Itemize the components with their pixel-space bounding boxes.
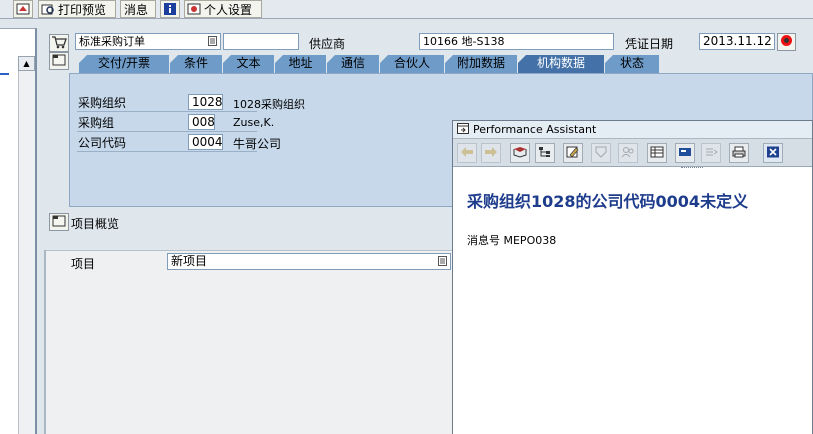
company-code-field[interactable]: 0004	[188, 134, 223, 150]
forward-button[interactable]	[481, 143, 501, 163]
print-preview-label: 打印预览	[58, 2, 107, 17]
layout-icon	[16, 2, 30, 16]
message-number: 消息号 MEPO038	[467, 234, 557, 247]
tab-address[interactable]: 地址	[275, 55, 327, 73]
tab-status[interactable]: 状态	[605, 55, 660, 73]
purch-org-label: 采购组织	[78, 96, 127, 110]
arrow-left-icon	[460, 146, 474, 161]
document-date-value: 2013.11.12	[703, 34, 772, 48]
item-select[interactable]: 新项目	[167, 253, 451, 270]
table-icon	[650, 146, 664, 161]
company-code-name: 牛哥公司	[233, 137, 282, 151]
tab-texts[interactable]: 文本	[223, 55, 275, 73]
close-button[interactable]	[763, 143, 783, 163]
users-button[interactable]	[618, 143, 638, 163]
printer-icon	[732, 146, 746, 161]
print-button[interactable]	[729, 143, 749, 163]
structure-button[interactable]	[535, 143, 555, 163]
arrow-up-icon: ▲	[23, 59, 30, 68]
document-date-label: 凭证日期	[625, 37, 674, 51]
users-icon	[621, 146, 635, 161]
bookmark-button[interactable]	[591, 143, 611, 163]
messages-label: 消息	[124, 2, 149, 17]
purch-group-name: Zuse,K.	[233, 116, 275, 129]
status-traffic-light[interactable]	[777, 33, 796, 51]
document-type-value: 标准采购订单	[79, 35, 145, 48]
layout-button[interactable]	[13, 0, 33, 18]
settings-icon	[187, 2, 201, 16]
flag-button[interactable]	[675, 143, 695, 163]
messages-button[interactable]: 消息	[120, 0, 156, 18]
error-message-text: 采购组织1028的公司代码0004未定义	[467, 192, 749, 211]
selection-marker	[0, 73, 9, 75]
tab-org-data[interactable]: 机构数据	[518, 55, 605, 73]
export-icon	[704, 146, 718, 161]
navigation-scrollbar[interactable]	[18, 56, 35, 434]
red-light-icon	[780, 34, 793, 50]
dropdown-icon	[208, 36, 217, 49]
tab-additional-data[interactable]: 附加数据	[445, 55, 518, 73]
print-preview-icon	[41, 2, 55, 16]
cart-icon	[51, 35, 67, 52]
tab-delivery-invoice[interactable]: 交付/开票	[79, 55, 170, 73]
info-icon	[163, 2, 177, 16]
edit-button[interactable]	[563, 143, 583, 163]
tab-partners[interactable]: 合伙人	[380, 55, 445, 73]
item-select-value: 新项目	[171, 254, 208, 268]
window-icon	[457, 122, 469, 137]
purch-org-field[interactable]: 1028	[188, 94, 223, 110]
export-button[interactable]	[701, 143, 721, 163]
expand-item-overview-button[interactable]	[49, 213, 69, 231]
purch-org-name: 1028采购组织	[233, 98, 305, 111]
dropdown-icon	[438, 256, 447, 269]
tree-icon	[538, 146, 552, 161]
collapse-icon	[52, 54, 66, 69]
technical-info-button[interactable]	[510, 143, 530, 163]
personal-settings-button[interactable]: 个人设置	[184, 0, 262, 18]
vendor-field[interactable]: 10166 地-S138	[419, 33, 614, 50]
document-type-select[interactable]: 标准采购订单	[75, 33, 221, 50]
document-overview-button[interactable]	[49, 34, 69, 52]
item-label: 项目	[71, 257, 96, 271]
expand-icon	[52, 215, 66, 230]
vendor-label: 供应商	[309, 37, 346, 51]
flag-icon	[678, 146, 692, 161]
arrow-right-icon	[484, 146, 498, 161]
purch-group-field[interactable]: 008	[188, 114, 215, 130]
collapse-header-button[interactable]	[49, 52, 69, 70]
pencil-icon	[566, 146, 580, 161]
tab-communication[interactable]: 通信	[327, 55, 380, 73]
purch-group-label: 采购组	[78, 116, 115, 130]
info-button[interactable]	[160, 0, 180, 18]
item-overview-label: 项目概览	[71, 217, 120, 231]
close-icon	[766, 146, 780, 161]
personal-settings-label: 个人设置	[204, 2, 253, 17]
bookmark-icon	[594, 146, 608, 161]
performance-assistant-body: 采购组织1028的公司代码0004未定义 消息号 MEPO038	[453, 170, 812, 434]
print-preview-button[interactable]: 打印预览	[38, 0, 116, 18]
performance-assistant-window: Performance Assistant 采购组织1028的公司代码0004未…	[452, 120, 813, 434]
book-icon	[513, 146, 527, 161]
divider	[44, 250, 46, 434]
performance-assistant-toolbar	[453, 139, 812, 167]
document-date-field[interactable]: 2013.11.12	[699, 33, 775, 50]
application-toolbar: 打印预览 消息 个人设置	[0, 0, 813, 19]
performance-assistant-titlebar[interactable]: Performance Assistant	[453, 121, 812, 139]
company-code-label: 公司代码	[78, 136, 127, 150]
table-button[interactable]	[647, 143, 667, 163]
back-button[interactable]	[457, 143, 477, 163]
vendor-value: 10166 地-S138	[423, 35, 505, 48]
performance-assistant-title: Performance Assistant	[473, 123, 597, 136]
tab-conditions[interactable]: 条件	[170, 55, 223, 73]
document-number-field[interactable]	[223, 33, 299, 50]
scroll-up-button[interactable]: ▲	[18, 56, 35, 71]
